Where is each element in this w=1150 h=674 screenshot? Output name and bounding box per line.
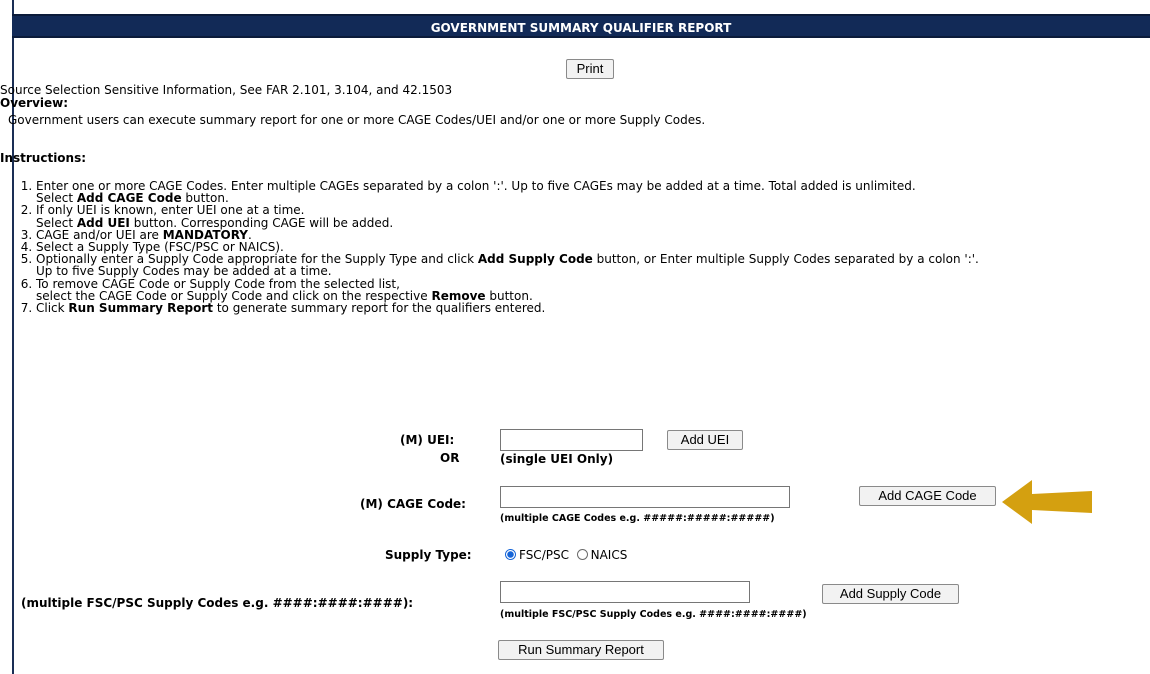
radio-fsc-psc-label: FSC/PSC <box>519 548 569 562</box>
supply-code-label: (multiple FSC/PSC Supply Codes e.g. ####… <box>21 596 414 610</box>
or-label: OR <box>440 451 460 465</box>
arrow-left-icon <box>1002 480 1092 524</box>
instruction-text: to generate summary report for the quali… <box>213 301 546 316</box>
instruction-emphasis: Add Supply Code <box>477 252 593 267</box>
run-summary-report-button[interactable]: Run Summary Report <box>498 640 664 660</box>
instructions-heading: Instructions: <box>0 151 87 165</box>
instruction-item: Optionally enter a Supply Code appropria… <box>36 253 1150 277</box>
overview-text: Government users can execute summary rep… <box>8 113 706 127</box>
instruction-item: Click Run Summary Report to generate sum… <box>36 302 1150 314</box>
uei-input[interactable] <box>500 429 643 451</box>
instruction-text: button, or Enter multiple Supply Codes s… <box>592 252 979 267</box>
radio-naics-label: NAICS <box>590 548 628 562</box>
uei-hint: (single UEI Only) <box>500 452 614 466</box>
supply-code-input[interactable] <box>500 581 750 603</box>
cage-code-input[interactable] <box>500 486 790 508</box>
cage-label: (M) CAGE Code: <box>360 497 466 511</box>
instruction-item: To remove CAGE Code or Supply Code from … <box>36 278 1150 302</box>
instruction-item: Enter one or more CAGE Codes. Enter mult… <box>36 180 1150 204</box>
supply-code-hint: (multiple FSC/PSC Supply Codes e.g. ####… <box>500 609 807 620</box>
sensitive-notice: Source Selection Sensitive Information, … <box>0 83 453 97</box>
supply-type-label: Supply Type: <box>385 548 472 562</box>
add-supply-code-button[interactable]: Add Supply Code <box>822 584 959 604</box>
add-uei-button[interactable]: Add UEI <box>667 430 743 450</box>
add-cage-code-button[interactable]: Add CAGE Code <box>859 486 996 506</box>
supply-type-radio-group[interactable]: FSC/PSC NAICS <box>505 548 627 562</box>
print-button[interactable]: Print <box>566 59 614 79</box>
radio-naics[interactable] <box>576 549 588 560</box>
uei-label: (M) UEI: <box>400 433 455 447</box>
instructions-list: Enter one or more CAGE Codes. Enter mult… <box>0 180 1150 314</box>
overview-heading: Overview: <box>0 96 69 110</box>
page-title: GOVERNMENT SUMMARY QUALIFIER REPORT <box>430 21 732 35</box>
instruction-text: Click <box>36 301 69 316</box>
cage-hint: (multiple CAGE Codes e.g. #####:#####:##… <box>500 513 775 524</box>
instruction-emphasis: Run Summary Report <box>68 301 214 316</box>
instruction-item: If only UEI is known, enter UEI one at a… <box>36 204 1150 228</box>
page-title-bar: GOVERNMENT SUMMARY QUALIFIER REPORT <box>12 14 1150 38</box>
radio-fsc-psc[interactable] <box>505 549 516 560</box>
